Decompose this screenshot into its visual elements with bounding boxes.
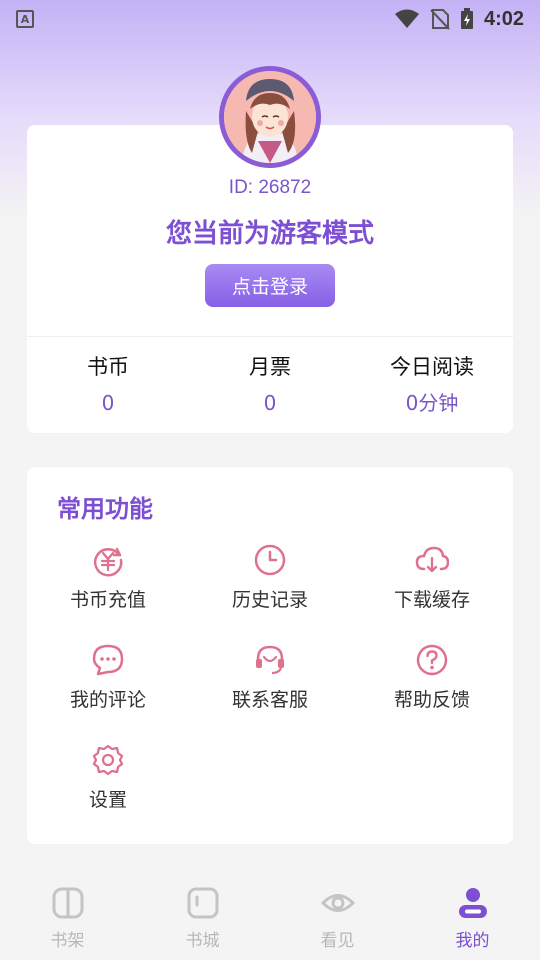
func-label: 下载缓存 — [393, 589, 470, 611]
help-icon — [416, 644, 448, 676]
avatar-illustration — [224, 71, 316, 163]
stat-value: 0 — [101, 391, 115, 415]
tab-bookshelf[interactable]: 书架 — [0, 872, 135, 960]
tab-label: 看见 — [320, 931, 355, 951]
func-label: 帮助反馈 — [393, 689, 470, 711]
func-label: 书币充值 — [69, 589, 146, 611]
func-customer-service[interactable]: 联系客服 — [189, 643, 351, 723]
func-settings[interactable]: 设置 — [27, 743, 189, 823]
cloud-download-icon — [415, 546, 449, 573]
app-notification-icon: A — [16, 10, 34, 28]
common-functions-card: 常用功能 书币充值 历史记录 下载缓存 我的评论 联系客服 帮助反馈 设置 — [27, 467, 513, 844]
func-download-cache[interactable]: 下载缓存 — [351, 543, 513, 623]
wifi-icon — [394, 9, 419, 28]
tab-label: 我的 — [455, 931, 490, 951]
bookstore-icon — [187, 887, 218, 919]
guest-mode-title: 您当前为游客模式 — [165, 219, 374, 249]
divider — [27, 336, 513, 337]
profile-card: ID: 26872 您当前为游客模式 点击登录 书币 0 月票 0 今日阅读 0… — [27, 125, 513, 433]
func-label: 联系客服 — [231, 689, 308, 711]
stat-value: 0 — [263, 391, 277, 415]
func-history[interactable]: 历史记录 — [189, 543, 351, 623]
user-icon — [458, 888, 487, 918]
stats-row: 书币 0 月票 0 今日阅读 0分钟 — [27, 351, 513, 417]
func-help-feedback[interactable]: 帮助反馈 — [351, 643, 513, 723]
section-title: 常用功能 — [57, 495, 153, 523]
settings-gear-icon — [92, 744, 124, 776]
stat-coins[interactable]: 书币 0 — [27, 351, 189, 417]
stat-value: 0分钟 — [405, 391, 459, 415]
eye-icon — [320, 894, 355, 912]
coin-recharge-icon — [93, 547, 123, 577]
stat-monthly-tickets[interactable]: 月票 0 — [189, 351, 351, 417]
status-time: 4:02 — [483, 7, 524, 30]
no-sim-icon — [430, 9, 450, 30]
func-label: 设置 — [88, 789, 127, 811]
comment-icon — [92, 644, 124, 676]
bottom-tab-bar: 书架 书城 看见 我的 — [0, 872, 540, 960]
stat-label: 月票 — [249, 355, 291, 379]
stat-today-reading[interactable]: 今日阅读 0分钟 — [351, 351, 513, 417]
tab-discover[interactable]: 看见 — [270, 872, 405, 960]
stat-label: 书币 — [87, 355, 129, 379]
headset-icon — [256, 645, 284, 675]
func-coin-recharge[interactable]: 书币充值 — [27, 543, 189, 623]
battery-charging-icon — [460, 8, 473, 29]
user-id: ID: 26872 — [228, 177, 312, 198]
clock-icon — [254, 544, 286, 576]
status-bar: A 4:02 — [0, 0, 540, 38]
func-my-comments[interactable]: 我的评论 — [27, 643, 189, 723]
tab-label: 书架 — [50, 931, 85, 951]
avatar[interactable] — [219, 66, 321, 168]
tab-label: 书城 — [185, 931, 220, 951]
tab-bookstore[interactable]: 书城 — [135, 872, 270, 960]
bookshelf-icon — [52, 887, 83, 919]
tab-mine[interactable]: 我的 — [405, 872, 540, 960]
func-label: 我的评论 — [69, 689, 146, 711]
stat-label: 今日阅读 — [390, 355, 474, 379]
login-button[interactable]: 点击登录 — [205, 264, 335, 307]
func-label: 历史记录 — [231, 589, 308, 611]
